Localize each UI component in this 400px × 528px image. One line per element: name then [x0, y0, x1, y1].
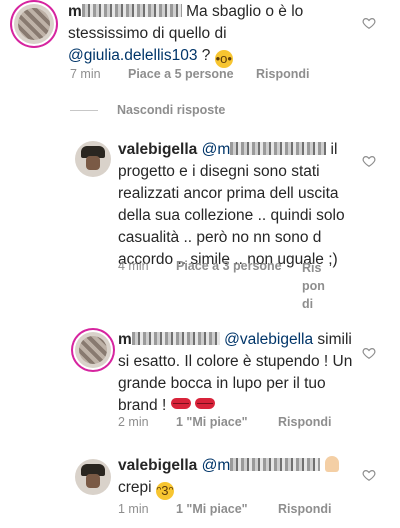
redacted-username [230, 142, 327, 155]
reply-button[interactable]: Rispondi [278, 502, 331, 516]
likes-count[interactable]: Piace a 5 persone [128, 67, 256, 81]
mention-link[interactable]: @valebigella [224, 331, 313, 348]
avatar-photo [79, 336, 107, 364]
avatar[interactable] [75, 332, 111, 368]
timestamp: 4 min [118, 259, 149, 273]
username[interactable]: m [68, 3, 82, 20]
redacted-username [131, 332, 220, 345]
comment-body: il progetto e i disegni sono stati reali… [118, 141, 345, 268]
comment-text: m @valebigella simili si esatto. Il colo… [118, 329, 358, 417]
timestamp: 7 min [70, 67, 101, 81]
kiss-mark-icon [170, 398, 191, 409]
mention-link[interactable]: @m [202, 141, 231, 158]
heart-icon[interactable] [362, 468, 376, 482]
comment-text: valebigella @m crepi ᵔ3ᵔ [118, 455, 358, 500]
avatar[interactable] [75, 141, 111, 177]
comment-meta: 4 min Piace a 3 persone Ris pon di [118, 259, 325, 313]
redacted-username [230, 458, 321, 471]
comment-meta: 7 min Piace a 5 persone Rispondi [70, 67, 309, 81]
username[interactable]: valebigella [118, 141, 197, 158]
kiss-mark-icon [194, 398, 215, 409]
timestamp: 2 min [118, 415, 149, 429]
avatar-face [86, 156, 100, 170]
hide-replies-button[interactable]: Nascondi risposte [117, 103, 225, 117]
reply-button[interactable]: Ris pon di [302, 259, 325, 313]
likes-count[interactable]: 1 "Mi piace" [176, 502, 278, 516]
comment-meta: 2 min 1 "Mi piace" Rispondi [118, 415, 331, 429]
username[interactable]: m [118, 331, 132, 348]
username[interactable]: valebigella [118, 457, 197, 474]
folded-hands-icon [324, 456, 339, 472]
timestamp: 1 min [118, 502, 149, 516]
mention-link[interactable]: @m [202, 457, 231, 474]
hide-replies-divider [70, 110, 98, 111]
likes-count[interactable]: 1 "Mi piace" [176, 415, 278, 429]
comment-text: valebigella @m il progetto e i disegni s… [118, 139, 358, 271]
shocked-face-icon: •o• [214, 50, 233, 68]
comment-text: m Ma sbaglio o è lo stessissimo di quell… [68, 1, 348, 68]
avatar-photo [18, 8, 50, 40]
heart-icon[interactable] [362, 154, 376, 168]
heart-icon[interactable] [362, 346, 376, 360]
redacted-username [81, 4, 182, 17]
comment-meta: 1 min 1 "Mi piace" Rispondi [118, 502, 331, 516]
heart-icon[interactable] [362, 16, 376, 30]
reply-button[interactable]: Rispondi [278, 415, 331, 429]
mention-link[interactable]: @giulia.delellis103 [68, 47, 197, 64]
kissing-face-icon: ᵔ3ᵔ [155, 482, 174, 500]
reply-button[interactable]: Rispondi [256, 67, 309, 81]
likes-count[interactable]: Piace a 3 persone [176, 259, 302, 313]
comment-body: crepi [118, 479, 152, 496]
avatar[interactable] [14, 4, 54, 44]
avatar[interactable] [75, 459, 111, 495]
avatar-face [86, 474, 100, 488]
comment-body-tail: ? [197, 47, 211, 64]
